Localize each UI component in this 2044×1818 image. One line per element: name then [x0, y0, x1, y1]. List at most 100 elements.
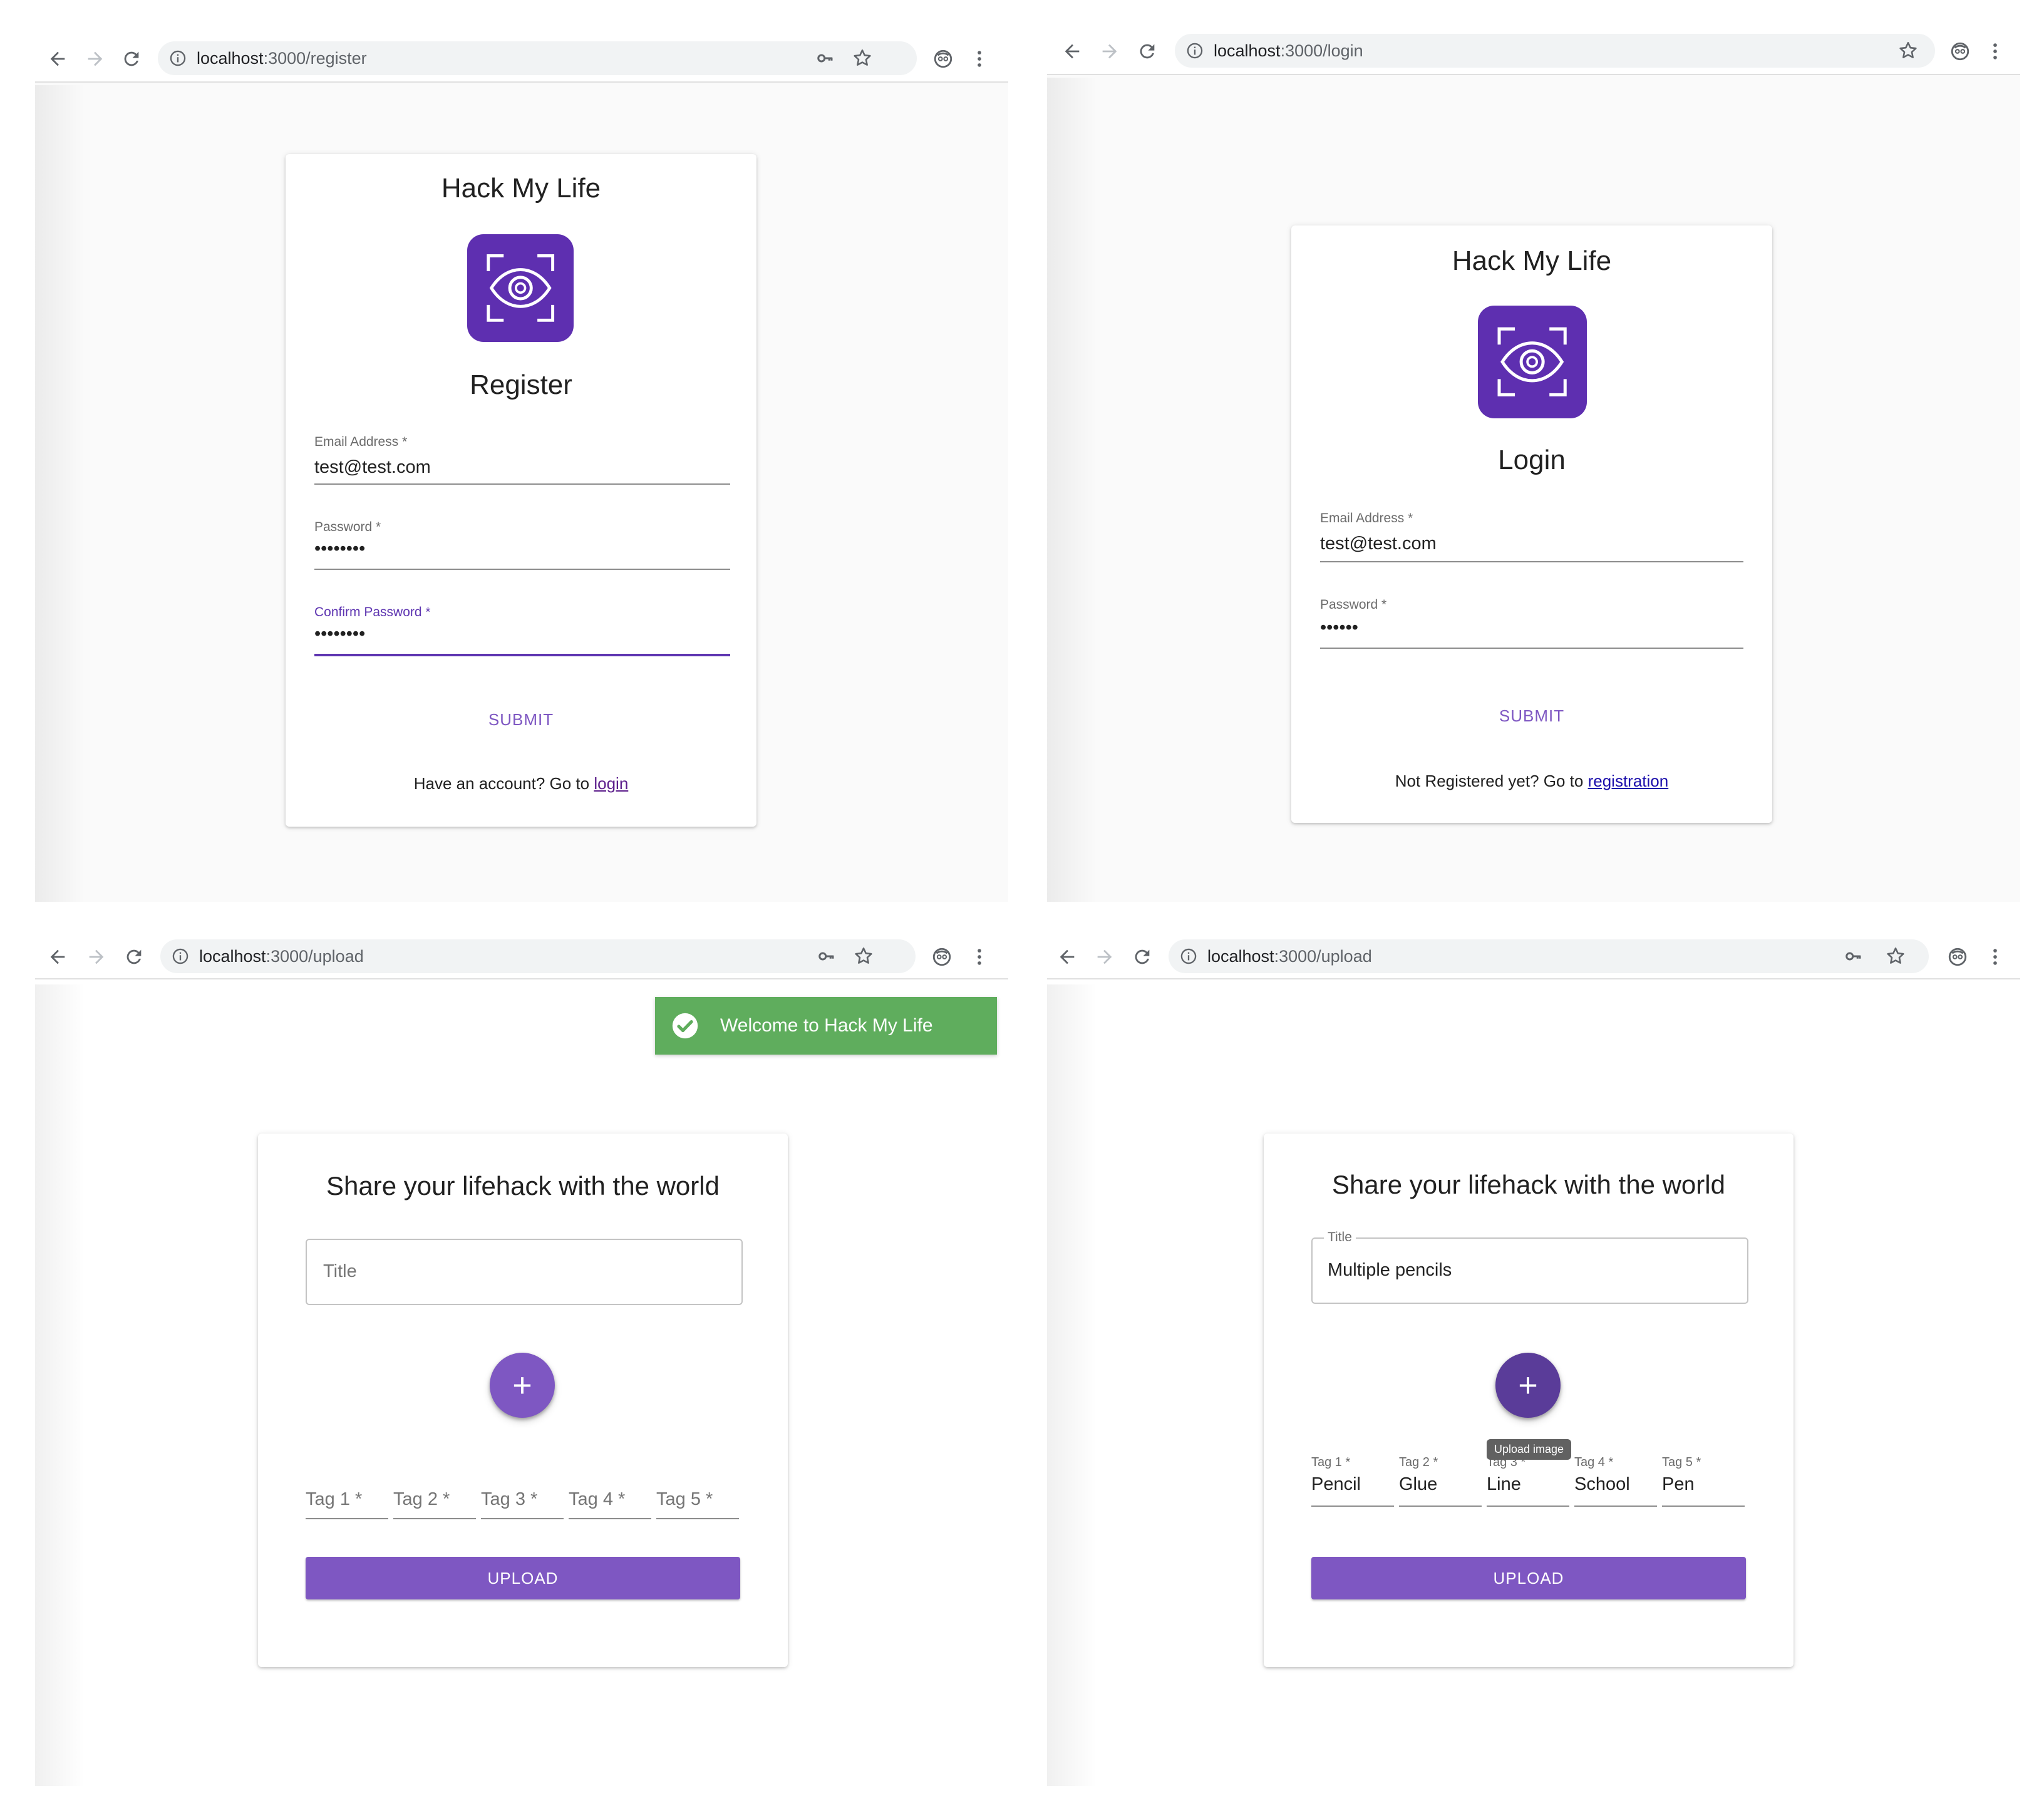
- tag-4-value: School: [1574, 1474, 1630, 1494]
- tag-1-label: Tag 1 *: [1311, 1455, 1351, 1469]
- tag-2-input[interactable]: Tag 2 * Glue: [1399, 1447, 1482, 1507]
- submit-button[interactable]: SUBMIT: [286, 710, 756, 730]
- password-field[interactable]: Password * ••••••: [1320, 597, 1743, 650]
- upload-button[interactable]: UPLOAD: [306, 1557, 740, 1599]
- back-icon[interactable]: [45, 46, 70, 71]
- bookmark-star-icon[interactable]: [1897, 40, 1919, 61]
- tag-5-input[interactable]: Tag 5 * Pen: [1662, 1447, 1745, 1507]
- browser-toolbar: localhost:3000/login: [1047, 28, 2020, 75]
- footer-text: Not Registered yet? Go to registration: [1291, 772, 1772, 791]
- email-field[interactable]: Email Address * test@test.com: [314, 435, 730, 486]
- reload-icon[interactable]: [1135, 39, 1160, 64]
- upload-heading: Share your lifehack with the world: [1332, 1170, 1725, 1199]
- tag-3-placeholder: Tag 3 *: [481, 1489, 538, 1509]
- app-title: Hack My Life: [441, 173, 601, 204]
- title-input[interactable]: Title: [306, 1239, 743, 1305]
- tag-1-placeholder: Tag 1 *: [306, 1489, 363, 1509]
- password-label: Password *: [1320, 597, 1387, 612]
- app-logo-eye-icon: [467, 234, 574, 342]
- tag-2-placeholder: Tag 2 *: [393, 1489, 450, 1509]
- password-field[interactable]: Password * ••••••••: [314, 520, 730, 571]
- browser-window-login: localhost:3000/login Hack My Life Login …: [1047, 28, 2020, 902]
- menu-dots-icon[interactable]: [967, 46, 992, 71]
- back-icon[interactable]: [45, 944, 70, 969]
- reload-icon[interactable]: [119, 46, 144, 71]
- reload-icon[interactable]: [1130, 944, 1155, 969]
- profile-avatar-icon[interactable]: [931, 46, 956, 71]
- email-underline: [1320, 561, 1743, 562]
- email-value: test@test.com: [314, 457, 431, 477]
- title-placeholder: Title: [323, 1261, 357, 1281]
- forward-icon[interactable]: [1092, 944, 1117, 969]
- bookmark-star-icon[interactable]: [853, 946, 874, 967]
- address-bar[interactable]: localhost:3000/register: [158, 41, 917, 75]
- forward-icon[interactable]: [1097, 39, 1122, 64]
- bookmark-star-icon[interactable]: [852, 48, 873, 69]
- email-underline: [314, 483, 730, 485]
- snackbar-text: Welcome to Hack My Life: [720, 1015, 933, 1036]
- address-bar[interactable]: localhost:3000/upload: [160, 939, 916, 973]
- menu-dots-icon[interactable]: [1983, 944, 2008, 969]
- confirm-password-field[interactable]: Confirm Password * ••••••••: [314, 605, 730, 658]
- tag-5-input[interactable]: Tag 5 *: [656, 1459, 739, 1519]
- tag-5-placeholder: Tag 5 *: [656, 1489, 713, 1509]
- back-icon[interactable]: [1055, 944, 1080, 969]
- add-image-button[interactable]: +: [1495, 1353, 1561, 1418]
- registration-link[interactable]: registration: [1588, 772, 1669, 790]
- key-icon[interactable]: [1844, 947, 1864, 966]
- confirm-password-underline: [314, 654, 730, 656]
- title-label: Title: [1324, 1230, 1356, 1245]
- tag-4-input[interactable]: Tag 4 *: [569, 1459, 651, 1519]
- email-field[interactable]: Email Address * test@test.com: [1320, 511, 1743, 564]
- form-title: Login: [1498, 445, 1566, 475]
- address-bar[interactable]: localhost:3000/login: [1175, 34, 1935, 68]
- bookmark-star-icon[interactable]: [1885, 946, 1906, 967]
- info-icon[interactable]: [1180, 948, 1197, 965]
- submit-button[interactable]: SUBMIT: [1291, 706, 1772, 726]
- profile-avatar-icon[interactable]: [1945, 944, 1970, 969]
- tag-4-input[interactable]: Tag 4 * School: [1574, 1447, 1657, 1507]
- menu-dots-icon[interactable]: [1983, 39, 2008, 64]
- password-label: Password *: [314, 520, 381, 534]
- welcome-snackbar: Welcome to Hack My Life: [655, 997, 997, 1055]
- key-icon[interactable]: [815, 49, 835, 68]
- footer-label: Have an account? Go to: [413, 774, 594, 793]
- upload-card: Share your lifehack with the world Title…: [258, 1134, 788, 1667]
- password-underline: [314, 569, 730, 570]
- tag-1-input[interactable]: Tag 1 *: [306, 1459, 388, 1519]
- tag-1-value: Pencil: [1311, 1474, 1361, 1494]
- info-icon[interactable]: [169, 49, 187, 67]
- tag-3-input[interactable]: Tag 3 *: [481, 1459, 564, 1519]
- upload-card: Share your lifehack with the world Title…: [1264, 1134, 1794, 1667]
- login-link[interactable]: login: [594, 774, 628, 793]
- title-input[interactable]: Title Multiple pencils: [1311, 1230, 1748, 1304]
- info-icon[interactable]: [1186, 42, 1204, 59]
- upload-image-tooltip: Upload image: [1487, 1439, 1572, 1460]
- profile-avatar-icon[interactable]: [929, 944, 954, 969]
- form-title: Register: [470, 369, 572, 400]
- tag-1-input[interactable]: Tag 1 * Pencil: [1311, 1447, 1394, 1507]
- email-value: test@test.com: [1320, 534, 1437, 554]
- forward-icon[interactable]: [84, 944, 109, 969]
- check-circle-icon: [672, 1013, 698, 1039]
- tag-4-label: Tag 4 *: [1574, 1455, 1614, 1469]
- key-icon[interactable]: [817, 947, 837, 966]
- address-bar[interactable]: localhost:3000/upload: [1169, 939, 1929, 973]
- profile-avatar-icon[interactable]: [1948, 39, 1973, 64]
- tag-1-underline: [1311, 1506, 1394, 1507]
- tag-4-underline: [569, 1518, 651, 1519]
- tag-2-value: Glue: [1399, 1474, 1438, 1494]
- password-value: ••••••••: [314, 539, 366, 559]
- forward-icon[interactable]: [83, 46, 108, 71]
- title-value: Multiple pencils: [1328, 1260, 1452, 1280]
- tag-5-value: Pen: [1662, 1474, 1695, 1494]
- add-image-button[interactable]: +: [490, 1353, 555, 1418]
- back-icon[interactable]: [1060, 39, 1085, 64]
- info-icon[interactable]: [172, 948, 189, 965]
- tag-1-underline: [306, 1518, 388, 1519]
- upload-button[interactable]: UPLOAD: [1311, 1557, 1746, 1599]
- tag-2-input[interactable]: Tag 2 *: [393, 1459, 476, 1519]
- plus-icon: +: [1518, 1366, 1538, 1404]
- reload-icon[interactable]: [121, 944, 147, 969]
- menu-dots-icon[interactable]: [967, 944, 992, 969]
